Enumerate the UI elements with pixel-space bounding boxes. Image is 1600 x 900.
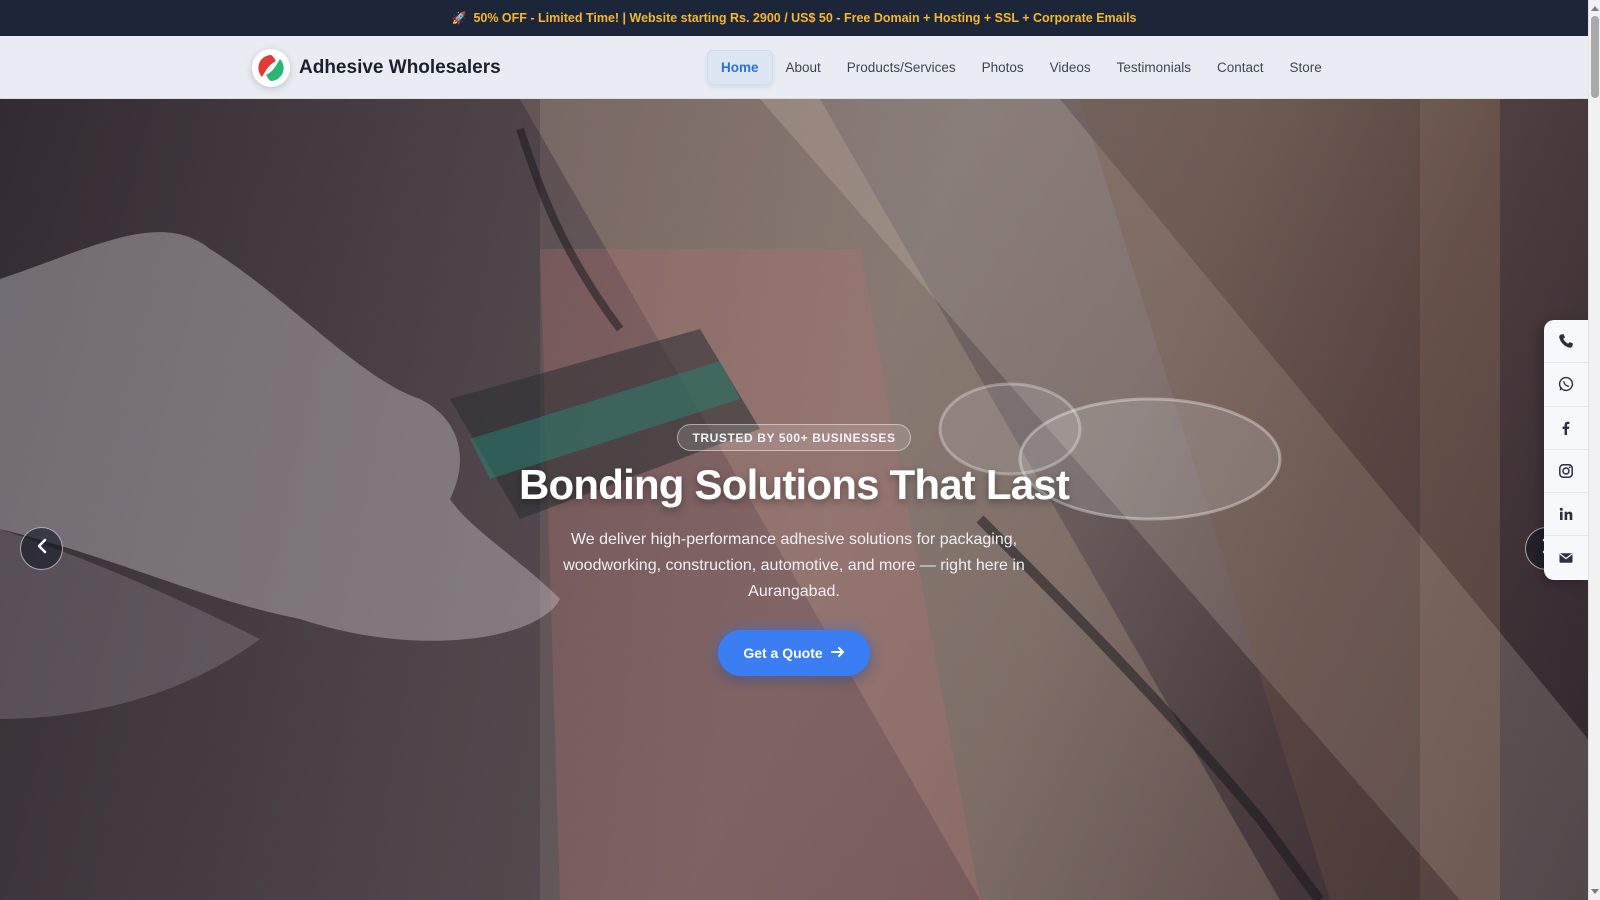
- nav-item-products-services[interactable]: Products/Services: [834, 51, 969, 84]
- chevron-left-icon: [35, 538, 49, 559]
- promo-bar: 🚀 50% OFF - Limited Time! | Website star…: [0, 0, 1588, 36]
- scroll-up-icon[interactable]: [1590, 2, 1600, 14]
- nav-item-home[interactable]: Home: [707, 50, 773, 85]
- hero-description: We deliver high-performance adhesive sol…: [563, 531, 1025, 600]
- scrollbar-thumb[interactable]: [1591, 16, 1599, 98]
- nav-item-videos[interactable]: Videos: [1037, 51, 1104, 84]
- get-quote-button[interactable]: Get a Quote: [718, 630, 870, 676]
- instagram-icon[interactable]: [1544, 450, 1588, 494]
- page-scrollbar[interactable]: [1588, 0, 1600, 900]
- brand-name: Adhesive Wholesalers: [299, 57, 501, 78]
- rocket-icon: 🚀: [451, 11, 467, 25]
- phone-icon[interactable]: [1544, 320, 1588, 364]
- email-icon[interactable]: [1544, 536, 1588, 579]
- scroll-down-icon[interactable]: [1590, 886, 1600, 898]
- brand[interactable]: Adhesive Wholesalers: [252, 49, 501, 87]
- carousel-prev-button[interactable]: [20, 527, 63, 570]
- nav-item-contact[interactable]: Contact: [1204, 51, 1277, 84]
- trust-badge: TRUSTED BY 500+ BUSINESSES: [677, 424, 911, 451]
- hero-title: Bonding Solutions That Last: [518, 461, 1070, 508]
- linkedin-icon[interactable]: [1544, 493, 1588, 537]
- get-quote-label: Get a Quote: [743, 645, 823, 661]
- nav-item-testimonials[interactable]: Testimonials: [1104, 51, 1204, 84]
- hero-section: TRUSTED BY 500+ BUSINESSES Bonding Solut…: [0, 99, 1588, 900]
- nav-item-about[interactable]: About: [773, 51, 834, 84]
- promo-text: 50% OFF - Limited Time! | Website starti…: [473, 11, 1137, 25]
- nav-item-store[interactable]: Store: [1276, 51, 1334, 84]
- brand-logo: [252, 49, 290, 87]
- social-dock: [1544, 320, 1588, 580]
- nav-links: Home About Products/Services Photos Vide…: [707, 50, 1335, 85]
- navbar: Adhesive Wholesalers Home About Products…: [0, 36, 1588, 99]
- nav-item-photos[interactable]: Photos: [969, 51, 1037, 84]
- arrow-right-icon: [830, 645, 845, 662]
- hero-content: TRUSTED BY 500+ BUSINESSES Bonding Solut…: [0, 99, 1588, 900]
- whatsapp-icon[interactable]: [1544, 363, 1588, 407]
- facebook-icon[interactable]: [1544, 407, 1588, 450]
